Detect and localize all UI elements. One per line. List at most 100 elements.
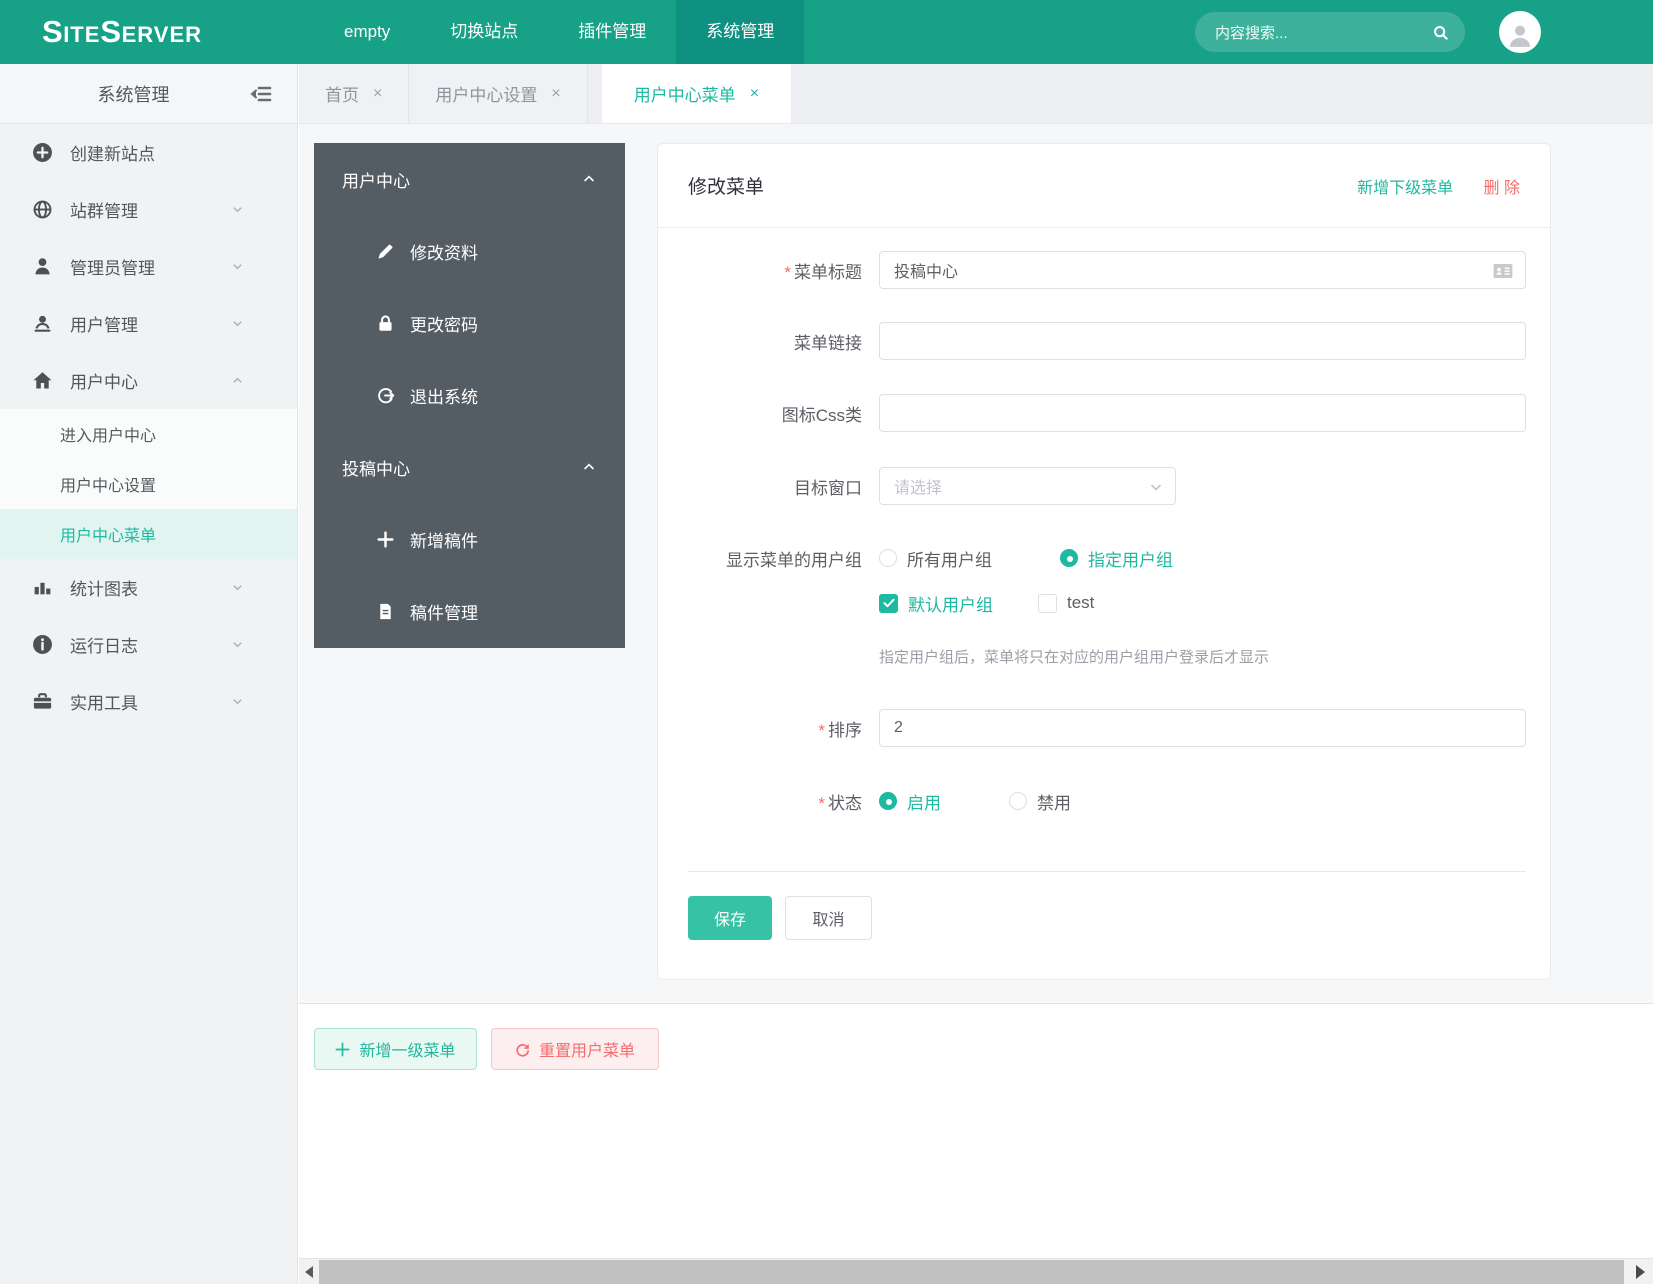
icon-css-input[interactable] xyxy=(879,394,1526,432)
chevron-down-icon xyxy=(233,207,242,213)
radio-all-user-groups-label[interactable]: 所有用户组 xyxy=(907,546,992,571)
checkbox-default-user-group-label[interactable]: 默认用户组 xyxy=(908,591,993,616)
checkbox-default-user-group[interactable] xyxy=(879,593,898,613)
radio-status-enabled-label[interactable]: 启用 xyxy=(907,789,941,814)
menu-fold-icon[interactable] xyxy=(249,82,273,106)
menu-title-label: 菜单标题 xyxy=(794,262,862,282)
select-placeholder: 请选择 xyxy=(894,480,943,497)
form-row-status: * 状态 启用 禁用 xyxy=(688,782,1526,820)
add-child-menu-link[interactable]: 新增下级菜单 xyxy=(1357,180,1453,197)
user-groups-help-text: 指定用户组后，菜单将只在对应的用户组用户登录后才显示 xyxy=(879,648,1270,666)
scroll-right-arrow[interactable] xyxy=(1628,1259,1653,1284)
radio-status-enabled[interactable] xyxy=(879,792,897,810)
bottom-toolbar: 新增一级菜单 重置用户菜单 xyxy=(299,1004,1653,1258)
radio-status-disabled-label[interactable]: 禁用 xyxy=(1037,789,1071,814)
sort-input[interactable]: 2 xyxy=(879,709,1526,747)
nav-item-plugins[interactable]: 插件管理 xyxy=(548,0,676,64)
tab-label: 用户中心设置 xyxy=(435,86,538,105)
sidebar-item-create-site[interactable]: 创建新站点 xyxy=(0,124,297,181)
chevron-down-icon xyxy=(233,699,242,705)
radio-specified-user-groups[interactable] xyxy=(1060,549,1078,567)
sidebar-item-statistics[interactable]: 统计图表 xyxy=(0,559,297,616)
tab-home[interactable]: 首页 × xyxy=(299,64,410,123)
menu-link-input[interactable] xyxy=(879,322,1526,360)
sidebar-subitem-user-center-menu[interactable]: 用户中心菜单 xyxy=(0,509,297,559)
nav-item-system[interactable]: 系统管理 xyxy=(676,0,805,64)
menu-item-edit-profile[interactable]: 修改资料 xyxy=(314,215,625,287)
sidebar-header: 系统管理 xyxy=(0,64,297,124)
checkbox-test[interactable] xyxy=(1038,593,1057,613)
tab-user-center-menu[interactable]: 用户中心菜单 × xyxy=(601,64,792,123)
radio-status-disabled[interactable] xyxy=(1009,792,1027,810)
menu-title-input[interactable]: 投稿中心 xyxy=(879,251,1526,289)
siteserver-logo[interactable]: SITESERVER xyxy=(42,14,254,50)
horizontal-scrollbar xyxy=(299,1258,1653,1284)
radio-all-user-groups[interactable] xyxy=(879,549,897,567)
nav-item-switch-site[interactable]: 切换站点 xyxy=(420,0,548,64)
reset-user-menu-label: 重置用户菜单 xyxy=(538,1043,635,1060)
close-icon[interactable]: × xyxy=(373,85,382,103)
tab-bar: 首页 × 用户中心设置 × 用户中心菜单 × xyxy=(299,64,1653,124)
tab-label: 用户中心菜单 xyxy=(633,86,736,105)
form-row-menu-title: * 菜单标题 投稿中心 xyxy=(688,251,1526,289)
reset-user-menu-button[interactable]: 重置用户菜单 xyxy=(491,1028,659,1070)
form-row-target-window: 目标窗口 请选择 xyxy=(688,467,1526,505)
search-icon[interactable] xyxy=(1432,24,1449,41)
menu-item-new-article[interactable]: 新增稿件 xyxy=(314,503,625,575)
sidebar-item-user-management[interactable]: 用户管理 xyxy=(0,295,297,352)
plus-circle-icon xyxy=(33,143,52,162)
menu-item-change-password[interactable]: 更改密码 xyxy=(314,287,625,359)
content-search-input[interactable]: 内容搜索... xyxy=(1195,12,1465,52)
sidebar-item-label: 实用工具 xyxy=(70,694,138,713)
menu-group-contribute-center[interactable]: 投稿中心 xyxy=(314,431,625,503)
menu-item-label: 退出系统 xyxy=(410,387,478,407)
siteserver-admin-screen: SITESERVER empty 切换站点 插件管理 系统管理 内容搜索... … xyxy=(0,0,1653,1284)
close-icon[interactable]: × xyxy=(551,85,560,103)
menu-item-article-management[interactable]: 稿件管理 xyxy=(314,575,625,647)
nav-item-empty[interactable]: empty xyxy=(314,0,420,64)
sidebar-item-label: 管理员管理 xyxy=(70,259,155,278)
close-icon[interactable]: × xyxy=(750,85,759,103)
target-window-select[interactable]: 请选择 xyxy=(879,467,1176,505)
sidebar-subitem-user-center-settings[interactable]: 用户中心设置 xyxy=(0,459,297,509)
admin-user-icon xyxy=(35,258,50,275)
sidebar: 系统管理 创建新站点 站群管理 管理员管理 用户管理 用户中心 进入用户中心 用… xyxy=(0,64,298,1284)
form-row-icon-css: 图标Css类 xyxy=(688,394,1526,432)
status-label: 状态 xyxy=(828,793,862,813)
radio-specified-user-groups-label[interactable]: 指定用户组 xyxy=(1088,546,1173,571)
sidebar-item-user-center[interactable]: 用户中心 xyxy=(0,352,297,409)
info-circle-icon xyxy=(33,635,52,654)
checkbox-test-label[interactable]: test xyxy=(1067,593,1094,613)
avatar[interactable] xyxy=(1499,11,1541,53)
icon-css-label: 图标Css类 xyxy=(781,405,862,425)
id-card-icon[interactable] xyxy=(1492,260,1514,282)
user-icon xyxy=(1509,25,1531,47)
cancel-button[interactable]: 取消 xyxy=(785,896,872,940)
required-mark: * xyxy=(784,262,791,282)
sidebar-subitem-enter-user-center[interactable]: 进入用户中心 xyxy=(0,409,297,459)
users-icon xyxy=(34,315,51,332)
scroll-left-arrow[interactable] xyxy=(299,1259,319,1284)
refresh-icon xyxy=(516,1043,529,1057)
save-button[interactable]: 保存 xyxy=(688,896,772,940)
form-row-help: 指定用户组后，菜单将只在对应的用户组用户登录后才显示 xyxy=(688,644,1526,668)
delete-menu-link[interactable]: 删 除 xyxy=(1484,180,1520,197)
triangle-left-icon xyxy=(305,1265,313,1278)
chevron-up-icon xyxy=(233,377,242,383)
pencil-icon xyxy=(378,244,393,259)
required-mark: * xyxy=(818,793,825,813)
sidebar-item-run-logs[interactable]: 运行日志 xyxy=(0,616,297,673)
edit-menu-card: 修改菜单 新增下级菜单 删 除 * 菜单标题 投稿中心 菜单链接 图标Css类 … xyxy=(657,143,1551,980)
tab-user-center-settings[interactable]: 用户中心设置 × xyxy=(409,64,588,123)
menu-group-user-center[interactable]: 用户中心 xyxy=(314,143,625,215)
sidebar-item-utilities[interactable]: 实用工具 xyxy=(0,673,297,730)
sidebar-item-label: 统计图表 xyxy=(70,580,138,599)
add-top-menu-label: 新增一级菜单 xyxy=(359,1043,456,1060)
add-top-menu-button[interactable]: 新增一级菜单 xyxy=(314,1028,477,1070)
sidebar-item-site-group[interactable]: 站群管理 xyxy=(0,181,297,238)
sidebar-item-admin-management[interactable]: 管理员管理 xyxy=(0,238,297,295)
search-placeholder: 内容搜索... xyxy=(1215,24,1288,42)
scrollbar-thumb[interactable] xyxy=(319,1260,1624,1284)
top-nav: empty 切换站点 插件管理 系统管理 xyxy=(314,0,805,64)
menu-item-logout[interactable]: 退出系统 xyxy=(314,359,625,431)
